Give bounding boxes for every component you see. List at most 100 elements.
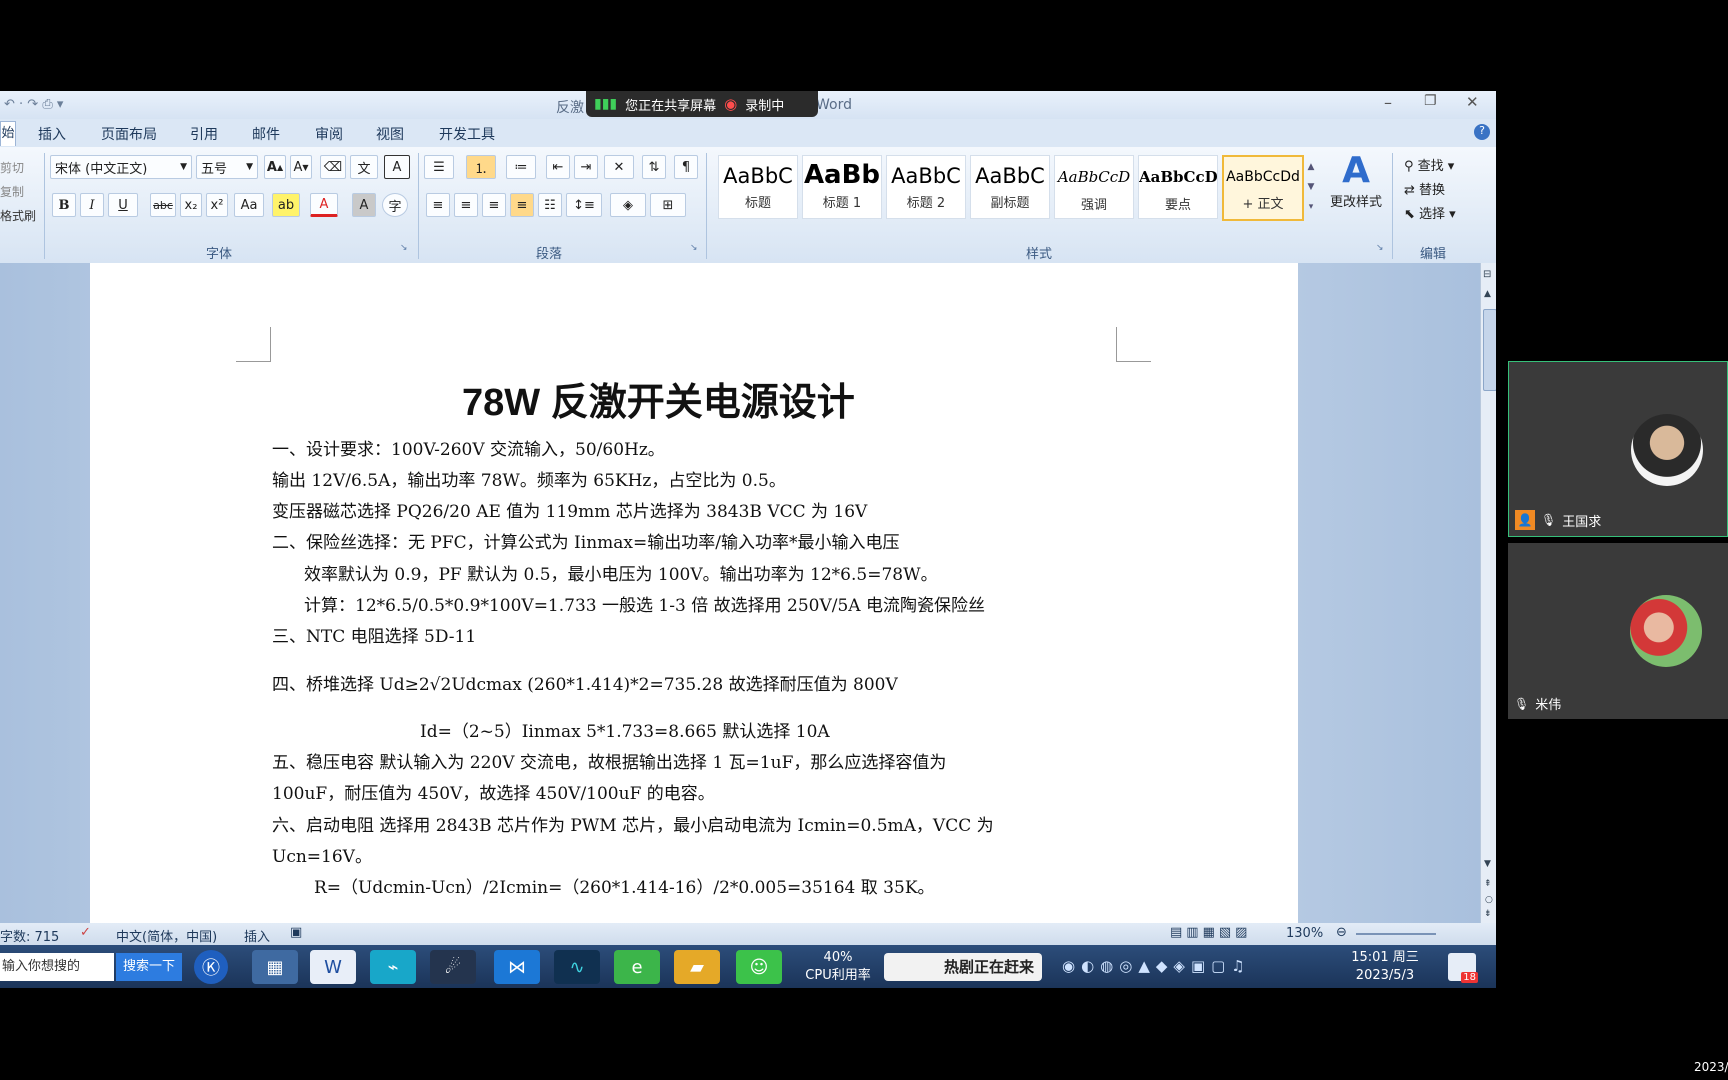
bold-icon[interactable]: B <box>52 193 76 217</box>
bullets-icon[interactable]: ☰ <box>424 155 454 179</box>
clear-format-icon[interactable]: ⌫ <box>320 155 346 179</box>
tab-mailings[interactable]: 邮件 <box>252 124 280 144</box>
grow-font-icon[interactable]: A ▲ <box>264 155 286 179</box>
spellcheck-icon[interactable]: ✓ <box>80 925 91 940</box>
participant-tile[interactable]: 👤 🎙 王国求 <box>1508 361 1728 537</box>
tab-home[interactable]: 始 <box>0 121 16 146</box>
chinese-layout-icon[interactable]: ✕ <box>604 155 634 179</box>
style-normal[interactable]: AaBbCcDd + 正文 <box>1222 155 1304 221</box>
font-name-select[interactable]: 宋体 (中文正文) ▼ <box>50 155 192 179</box>
select-button[interactable]: ⬉ 选择 ▾ <box>1404 203 1456 222</box>
clock[interactable]: 15:01 周三 2023/5/3 <box>1340 949 1430 985</box>
view-buttons[interactable]: ▤▥▦▧▨ <box>1170 925 1251 940</box>
font-color-icon[interactable]: A <box>310 193 338 217</box>
subscript-icon[interactable]: x₂ <box>180 193 202 217</box>
style-subtitle[interactable]: AaBbC 副标题 <box>970 155 1050 219</box>
italic-icon[interactable]: I <box>80 193 104 217</box>
distributed-icon[interactable]: ☷ <box>538 193 562 217</box>
zoom-level[interactable]: 130% <box>1286 926 1323 941</box>
line-spacing-icon[interactable]: ↕≡ <box>566 193 602 217</box>
close-button[interactable]: ✕ <box>1466 93 1479 111</box>
meeting-app-icon[interactable]: ⋈ <box>494 950 540 984</box>
replace-button[interactable]: ⇄ 替换 <box>1404 179 1445 198</box>
scroll-thumb[interactable] <box>1483 309 1496 391</box>
strikethrough-icon[interactable]: abc <box>150 193 176 217</box>
underline-icon[interactable]: U <box>108 193 138 217</box>
align-right-icon[interactable]: ≡ <box>482 193 506 217</box>
shading-icon[interactable]: ◈ <box>610 193 646 217</box>
browse-object-icon[interactable]: ○ <box>1485 895 1493 905</box>
font-size-select[interactable]: 五号 ▼ <box>196 155 258 179</box>
enclose-char-icon[interactable]: 字 <box>382 193 408 217</box>
wechat-icon[interactable]: ☺ <box>736 950 782 984</box>
insert-mode[interactable]: 插入 <box>244 926 270 945</box>
tab-developer[interactable]: 开发工具 <box>439 124 495 144</box>
oscilloscope-icon[interactable]: ∿ <box>554 950 600 984</box>
previous-page-icon[interactable]: ⇞ <box>1484 879 1492 889</box>
highlight-icon[interactable]: ab <box>272 193 300 217</box>
word-count[interactable]: 字数: 715 <box>0 926 59 945</box>
scroll-up-icon[interactable]: ▲ <box>1484 289 1491 299</box>
dialog-launcher-icon[interactable]: ↘ <box>1376 243 1384 253</box>
calculator-icon[interactable]: ▦ <box>252 950 298 984</box>
multilevel-list-icon[interactable]: ≔ <box>506 155 536 179</box>
dialog-launcher-icon[interactable]: ↘ <box>690 243 698 253</box>
tab-view[interactable]: 视图 <box>376 124 404 144</box>
style-emphasis[interactable]: AaBbCcD 强调 <box>1054 155 1134 219</box>
participant-tile[interactable]: 🎙 米伟 <box>1508 543 1728 719</box>
find-button[interactable]: ⚲ 查找 ▾ <box>1404 155 1454 174</box>
change-styles-button[interactable]: A 更改样式 <box>1328 151 1384 211</box>
ruler-toggle-icon[interactable]: ⊟ <box>1483 269 1491 280</box>
browser-icon[interactable]: e <box>614 950 660 984</box>
satellite-icon[interactable]: ☄ <box>430 950 476 984</box>
increase-indent-icon[interactable]: ⇥ <box>574 155 598 179</box>
word-icon[interactable]: W <box>310 950 356 984</box>
zoom-slider[interactable] <box>1356 933 1436 935</box>
char-border-icon[interactable]: A <box>384 155 410 179</box>
tab-insert[interactable]: 插入 <box>38 124 66 144</box>
justify-icon[interactable]: ≡ <box>510 193 534 217</box>
news-banner[interactable]: 热剧正在赶来 <box>884 953 1042 981</box>
style-heading-1[interactable]: AaBb 标题 1 <box>802 155 882 219</box>
folder-icon[interactable]: ▰ <box>674 950 720 984</box>
search-input[interactable]: 输入你想搜的 <box>0 953 114 981</box>
copy-button[interactable]: 复制 <box>0 183 24 200</box>
language-status[interactable]: 中文(简体，中国) <box>116 926 217 945</box>
change-case-icon[interactable]: Aa <box>234 193 264 217</box>
macro-icon[interactable]: ▣ <box>290 925 302 940</box>
notification-icon[interactable]: 18 <box>1448 953 1478 983</box>
superscript-icon[interactable]: x² <box>206 193 228 217</box>
vertical-scrollbar[interactable]: ⊟ ▲ ▼ ⇞ ○ ⇟ <box>1480 263 1496 923</box>
restore-button[interactable]: ❐ <box>1424 93 1437 109</box>
phonetic-guide-icon[interactable]: 文 <box>350 155 378 179</box>
decrease-indent-icon[interactable]: ⇤ <box>546 155 570 179</box>
sort-icon[interactable]: ⇅ <box>642 155 666 179</box>
style-heading-2[interactable]: AaBbC 标题 2 <box>886 155 966 219</box>
next-page-icon[interactable]: ⇟ <box>1484 909 1492 919</box>
align-left-icon[interactable]: ≡ <box>426 193 450 217</box>
numbering-icon[interactable]: ⒈ <box>466 155 496 179</box>
screen-share-indicator[interactable]: ▮▮▮ 您正在共享屏幕 ◉ 录制中 <box>586 91 818 117</box>
shrink-font-icon[interactable]: A ▼ <box>290 155 312 179</box>
format-painter-button[interactable]: 格式刷 <box>0 207 36 224</box>
tab-review[interactable]: 审阅 <box>315 124 343 144</box>
quick-access-toolbar[interactable]: ↶ · ↷ ⎙ ▾ <box>4 97 63 112</box>
cut-button[interactable]: 剪切 <box>0 159 24 176</box>
cpu-widget[interactable]: 40% CPU利用率 <box>800 949 876 985</box>
style-strong[interactable]: AaBbCcD 要点 <box>1138 155 1218 219</box>
show-marks-icon[interactable]: ¶ <box>674 155 698 179</box>
dialog-launcher-icon[interactable]: ↘ <box>400 243 408 253</box>
k-app-icon[interactable]: Ⓚ <box>194 950 228 984</box>
borders-icon[interactable]: ⊞ <box>650 193 686 217</box>
style-title[interactable]: AaBbC 标题 <box>718 155 798 219</box>
char-shading-icon[interactable]: A <box>352 193 376 217</box>
tab-page-layout[interactable]: 页面布局 <box>101 124 157 144</box>
search-button[interactable]: 搜索一下 <box>116 953 182 981</box>
align-center-icon[interactable]: ≡ <box>454 193 478 217</box>
help-icon[interactable]: ? <box>1474 124 1490 140</box>
design-app-icon[interactable]: ⌁ <box>370 950 416 984</box>
scroll-down-icon[interactable]: ▼ <box>1484 859 1491 869</box>
document-page[interactable]: 78W 反激开关电源设计 一、设计要求：100V-260V 交流输入，50/60… <box>90 263 1298 923</box>
minimize-button[interactable]: – <box>1384 93 1392 112</box>
tab-references[interactable]: 引用 <box>190 124 218 144</box>
